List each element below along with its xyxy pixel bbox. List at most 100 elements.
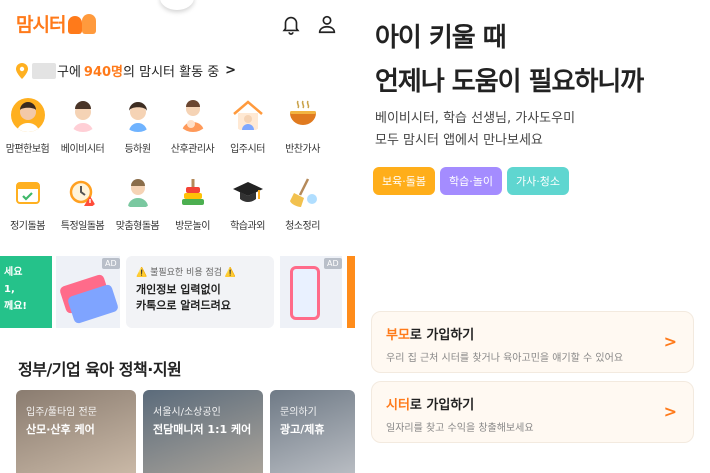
policy-card-main: 산모·산후 케어	[26, 423, 95, 436]
page-description: 베이비시터, 학습 선생님, 가사도우미 모두 맘시터 앱에서 만나보세요	[375, 108, 575, 152]
broom-icon	[286, 175, 320, 209]
banner-green-line: 께요!	[4, 301, 27, 312]
ad-tag: AD	[324, 258, 342, 269]
app-preview-pane: 맘시터 구에 940명 의 맘시터 활동 중 > 맘편한보험 베이비시터 등하원…	[0, 0, 355, 473]
category-label: 반찬가사	[285, 144, 320, 155]
live-in-house-icon	[231, 98, 265, 132]
calendar-icon	[11, 175, 45, 209]
logo-mark-icon	[68, 13, 100, 35]
chevron-right-icon: >	[225, 63, 237, 78]
category-label: 특정일돌봄	[60, 221, 105, 232]
side-dish-bowl-icon	[286, 98, 320, 132]
category-label: 정기돌봄	[10, 221, 45, 232]
join-title-rest: 로 가입하기	[409, 328, 475, 343]
policy-section-title: 정부/기업 육아 정책·지원	[18, 360, 182, 379]
location-suffix: 구에	[57, 65, 81, 80]
banner-carousel[interactable]: 세요 1, 께요! AD ⚠️ 불필요한 비용 점검 ⚠️ 개인정보 입력없이 …	[0, 256, 355, 328]
banner-green[interactable]: 세요 1, 께요!	[0, 256, 52, 328]
sitter-count: 940명	[83, 65, 124, 80]
location-pin-icon	[16, 62, 28, 79]
policy-card[interactable]: 서울시/소상공인 전담매니저 1:1 케어	[143, 390, 263, 473]
category-label: 베이비시터	[60, 144, 105, 155]
masked-district	[32, 62, 56, 79]
join-subtitle: 일자리를 찾고 수익을 창출해보세요	[386, 423, 534, 434]
banner-line-2: 카톡으로 알려드려요	[136, 299, 231, 312]
app-header: 맘시터	[0, 0, 355, 50]
category-babysitter[interactable]: 베이비시터	[55, 98, 110, 155]
category-label: 청소정리	[285, 221, 320, 232]
category-label: 산후관리사	[170, 144, 215, 155]
join-title: 부모로 가입하기	[386, 324, 679, 343]
location-tail: 의 맘시터 활동 중	[123, 65, 220, 80]
user-icon[interactable]	[316, 13, 338, 35]
babysitter-icon	[66, 98, 100, 132]
banner-line-1: 개인정보 입력없이	[136, 283, 221, 296]
logo-text: 맘시터	[16, 14, 66, 36]
policy-card[interactable]: 문의하기 광고/제휴	[270, 390, 355, 473]
category-insurance[interactable]: 맘편한보험	[0, 98, 55, 155]
school-commute-icon	[121, 98, 155, 132]
ad-tag: AD	[102, 258, 120, 269]
postpartum-care-icon	[176, 98, 210, 132]
category-specific-day[interactable]: 특정일돌봄	[55, 175, 110, 232]
signup-pane: 아이 키울 때 언제나 도움이 필요하니까 베이비시터, 학습 선생님, 가사도…	[355, 0, 710, 473]
join-subtitle: 우리 집 근처 시터를 찾거나 육아고민을 얘기할 수 있어요	[386, 353, 624, 364]
graduation-cap-icon	[231, 175, 265, 209]
banner-green-line: 1,	[4, 284, 15, 295]
category-regular-care[interactable]: 정기돌봄	[0, 175, 55, 232]
category-label: 등하원	[124, 144, 151, 155]
insurance-person-icon	[10, 98, 45, 132]
policy-card-list[interactable]: 입주/풀타임 전문 산모·산후 케어 서울시/소상공인 전담매니저 1:1 케어…	[16, 390, 355, 473]
join-highlight: 부모	[386, 328, 410, 343]
banner-cards[interactable]: AD	[56, 256, 120, 328]
toy-stack-icon	[176, 175, 210, 209]
chevron-right-icon: >	[663, 332, 677, 351]
bell-icon[interactable]	[280, 13, 302, 35]
category-grid-row-2: 정기돌봄 특정일돌봄 맞춤형돌봄 방문놀이 학습과외 청소정리	[0, 175, 355, 232]
custom-care-icon	[121, 175, 155, 209]
headline-line-1: 아이 키울 때	[375, 23, 507, 53]
category-live-in[interactable]: 입주시터	[220, 98, 275, 155]
category-side-dish[interactable]: 반찬가사	[275, 98, 330, 155]
category-label: 방문놀이	[175, 221, 210, 232]
policy-card-sub: 서울시/소상공인	[153, 407, 221, 418]
join-title-rest: 로 가입하기	[409, 398, 475, 413]
description-line-2: 모두 맘시터 앱에서 만나보세요	[375, 133, 543, 148]
category-label: 맞춤형돌봄	[115, 221, 160, 232]
category-cleaning[interactable]: 청소정리	[275, 175, 330, 232]
description-line-1: 베이비시터, 학습 선생님, 가사도우미	[375, 111, 576, 126]
banner-green-line: 세요	[4, 267, 23, 278]
join-as-sitter-button[interactable]: 시터로 가입하기 일자리를 찾고 수익을 창출해보세요 >	[371, 381, 694, 443]
phone-illustration-icon	[290, 266, 320, 320]
alarm-clock-icon	[66, 175, 100, 209]
category-tutoring[interactable]: 학습과외	[220, 175, 275, 232]
pull-handle	[160, 0, 194, 10]
policy-card[interactable]: 입주/풀타임 전문 산모·산후 케어	[16, 390, 136, 473]
policy-card-main: 광고/제휴	[280, 423, 325, 436]
policy-card-main: 전담매니저 1:1 케어	[153, 423, 252, 436]
banner-info[interactable]: ⚠️ 불필요한 비용 점검 ⚠️ 개인정보 입력없이 카톡으로 알려드려요	[126, 256, 274, 328]
category-label: 맘편한보험	[5, 144, 50, 155]
category-label: 학습과외	[230, 221, 265, 232]
page-headline: 아이 키울 때 언제나 도움이 필요하니까	[375, 16, 644, 104]
banner-orange[interactable]	[347, 256, 355, 328]
headline-line-2: 언제나 도움이 필요하니까	[375, 67, 644, 97]
category-grid-row-1: 맘편한보험 베이비시터 등하원 산후관리사 입주시터 반찬가사	[0, 98, 355, 155]
category-label: 입주시터	[230, 144, 265, 155]
service-chip-list: 보육·돌봄 학습·놀이 가사·청소	[373, 167, 574, 195]
category-custom-care[interactable]: 맞춤형돌봄	[110, 175, 165, 232]
join-as-parent-button[interactable]: 부모로 가입하기 우리 집 근처 시터를 찾거나 육아고민을 얘기할 수 있어요…	[371, 311, 694, 373]
chip-learning: 학습·놀이	[439, 167, 502, 195]
category-visit-play[interactable]: 방문놀이	[165, 175, 220, 232]
banner-line: 개인정보 입력없이 카톡으로 알려드려요	[136, 282, 264, 314]
category-commute[interactable]: 등하원	[110, 98, 165, 155]
policy-card-sub: 입주/풀타임 전문	[26, 407, 97, 418]
banner-phone[interactable]: AD	[280, 256, 342, 328]
policy-card-sub: 문의하기	[280, 407, 317, 418]
location-bar[interactable]: 구에 940명 의 맘시터 활동 중 >	[16, 61, 236, 80]
logo[interactable]: 맘시터	[16, 10, 100, 37]
join-highlight: 시터	[386, 398, 410, 413]
chevron-right-icon: >	[663, 402, 677, 421]
category-postpartum[interactable]: 산후관리사	[165, 98, 220, 155]
chip-housework: 가사·청소	[506, 167, 569, 195]
